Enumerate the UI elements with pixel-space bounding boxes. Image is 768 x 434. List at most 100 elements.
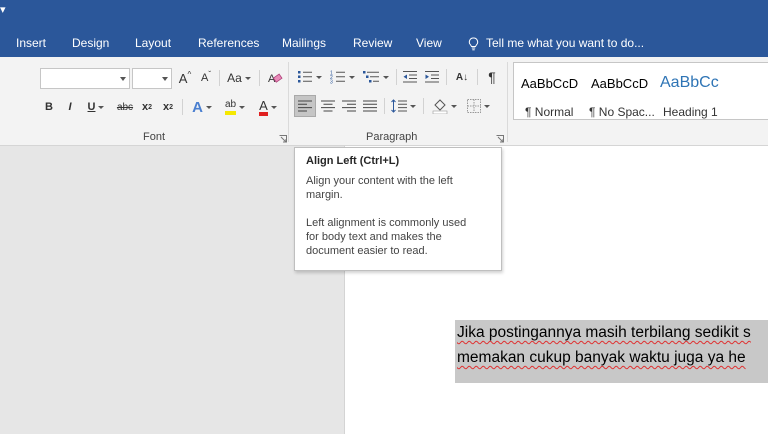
borders-icon xyxy=(466,99,481,113)
divider xyxy=(423,98,424,114)
chevron-down-icon[interactable] xyxy=(120,77,126,81)
increase-indent-icon xyxy=(425,71,439,83)
justify-icon xyxy=(363,100,377,112)
strikethrough-button[interactable]: abc xyxy=(114,96,136,118)
caret-down-icon: ˇ xyxy=(208,69,211,79)
eraser-icon: A xyxy=(268,73,283,85)
text-effects-glyph: A xyxy=(192,98,203,116)
bullets-button[interactable] xyxy=(294,66,324,88)
style-name-heading-1: Heading 1 xyxy=(663,105,718,119)
tooltip-line-1: Align your content with the left xyxy=(306,175,453,187)
underline-button[interactable]: U xyxy=(82,96,110,118)
tell-me-box[interactable]: Tell me what you want to do... xyxy=(468,30,644,57)
borders-button[interactable] xyxy=(462,95,494,117)
document-line-2: memakan cukup banyak waktu juga ya he xyxy=(457,349,746,366)
style-sample-heading-1: AaBbCc xyxy=(660,74,719,91)
numbered-list-icon: 123 xyxy=(330,71,345,85)
change-case-button[interactable]: Aa xyxy=(224,67,254,89)
lightbulb-icon xyxy=(468,37,479,51)
tab-design[interactable]: Design xyxy=(72,30,109,57)
paint-bucket-icon xyxy=(432,99,447,114)
font-size-combo[interactable] xyxy=(132,68,172,89)
align-right-button[interactable] xyxy=(338,95,360,117)
clear-formatting-button[interactable]: A xyxy=(264,67,286,89)
highlight-glyph: ab xyxy=(224,99,237,115)
increase-indent-button[interactable] xyxy=(422,66,442,88)
subscript-button[interactable]: x2 xyxy=(138,96,156,118)
grow-font-button[interactable]: A ^ xyxy=(176,67,194,89)
font-color-glyph: A xyxy=(259,99,268,116)
divider xyxy=(259,70,260,86)
divider xyxy=(384,98,385,114)
numbering-button[interactable]: 123 xyxy=(327,66,357,88)
divider xyxy=(219,70,220,86)
tab-references[interactable]: References xyxy=(198,30,259,57)
group-separator xyxy=(288,62,289,142)
align-left-button[interactable] xyxy=(294,95,316,117)
style-sample-normal: AaBbCcD xyxy=(521,76,579,91)
tooltip-gap xyxy=(306,202,490,216)
svg-text:3: 3 xyxy=(330,80,333,85)
tooltip-line-4: for body text and makes the xyxy=(306,231,442,243)
font-group-label: Font xyxy=(143,131,166,143)
bold-button[interactable]: B xyxy=(40,96,58,118)
document-line-1: Jika postingannya masih terbilang sediki… xyxy=(457,324,751,341)
paragraph-group-label: Paragraph xyxy=(366,131,418,143)
tab-mailings[interactable]: Mailings xyxy=(282,30,326,57)
decrease-indent-button[interactable] xyxy=(400,66,420,88)
align-left-icon xyxy=(298,100,312,112)
superscript-mark: 2 xyxy=(169,103,174,111)
sort-button[interactable]: A↓ xyxy=(451,66,473,88)
style-sample-no-spacing: AaBbCcD xyxy=(591,76,649,91)
align-right-icon xyxy=(342,100,356,112)
strikethrough-glyph: abc xyxy=(116,101,134,113)
line-spacing-icon xyxy=(390,99,407,113)
show-marks-button[interactable]: ¶ xyxy=(482,66,502,88)
tab-layout[interactable]: Layout xyxy=(135,30,171,57)
underline-glyph: U xyxy=(87,101,96,113)
tab-insert[interactable]: Insert xyxy=(16,30,46,57)
style-name-no-spacing: ¶ No Spac... xyxy=(589,105,655,119)
superscript-button[interactable]: x2 xyxy=(159,96,177,118)
dialog-launcher-icon[interactable] xyxy=(496,135,504,143)
bold-glyph: B xyxy=(45,101,53,113)
tell-me-placeholder: Tell me what you want to do... xyxy=(486,36,645,50)
tab-view[interactable]: View xyxy=(416,30,442,57)
divider xyxy=(477,69,478,85)
line-spacing-button[interactable] xyxy=(388,95,418,117)
align-center-icon xyxy=(321,100,335,112)
sort-icon: A↓ xyxy=(455,71,469,83)
group-separator xyxy=(507,62,508,142)
change-case-glyph: Aa xyxy=(227,71,242,85)
tab-review[interactable]: Review xyxy=(353,30,392,57)
italic-button[interactable]: I xyxy=(61,96,79,118)
divider xyxy=(446,69,447,85)
align-center-button[interactable] xyxy=(317,95,339,117)
pilcrow-icon: ¶ xyxy=(488,69,496,85)
tooltip-line-5: document easier to read. xyxy=(306,245,428,257)
font-color-button[interactable]: A xyxy=(253,96,283,118)
tooltip-line-2: margin. xyxy=(306,189,343,201)
styles-gallery: AaBbCcD ¶ Normal AaBbCcD ¶ No Spac... Aa… xyxy=(513,62,768,120)
shrink-font-button[interactable]: Aˇ xyxy=(197,67,215,89)
bullet-list-icon xyxy=(297,71,312,83)
decrease-indent-icon xyxy=(403,71,417,83)
multilevel-list-button[interactable] xyxy=(360,66,392,88)
selected-text[interactable]: Jika postingannya masih terbilang sediki… xyxy=(455,320,768,383)
shading-button[interactable] xyxy=(428,95,460,117)
style-name-normal: ¶ Normal xyxy=(525,105,574,119)
caret-up-icon: ^ xyxy=(187,69,192,79)
text-effects-button[interactable]: A xyxy=(188,96,216,118)
shrink-font-glyph: A xyxy=(200,72,209,84)
chevron-down-icon[interactable] xyxy=(162,77,168,81)
ribbon-tab-bar: Insert Design Layout References Mailings… xyxy=(0,30,768,57)
quick-access-icon[interactable]: ▾ xyxy=(0,4,6,16)
tooltip-line-3: Left alignment is commonly used xyxy=(306,217,467,229)
dialog-launcher-icon[interactable] xyxy=(279,135,287,143)
justify-button[interactable] xyxy=(359,95,381,117)
italic-glyph: I xyxy=(68,101,72,113)
multilevel-list-icon xyxy=(363,71,379,83)
highlight-button[interactable]: ab xyxy=(219,96,251,118)
grow-font-glyph: A xyxy=(178,70,188,86)
font-name-combo[interactable] xyxy=(40,68,130,89)
